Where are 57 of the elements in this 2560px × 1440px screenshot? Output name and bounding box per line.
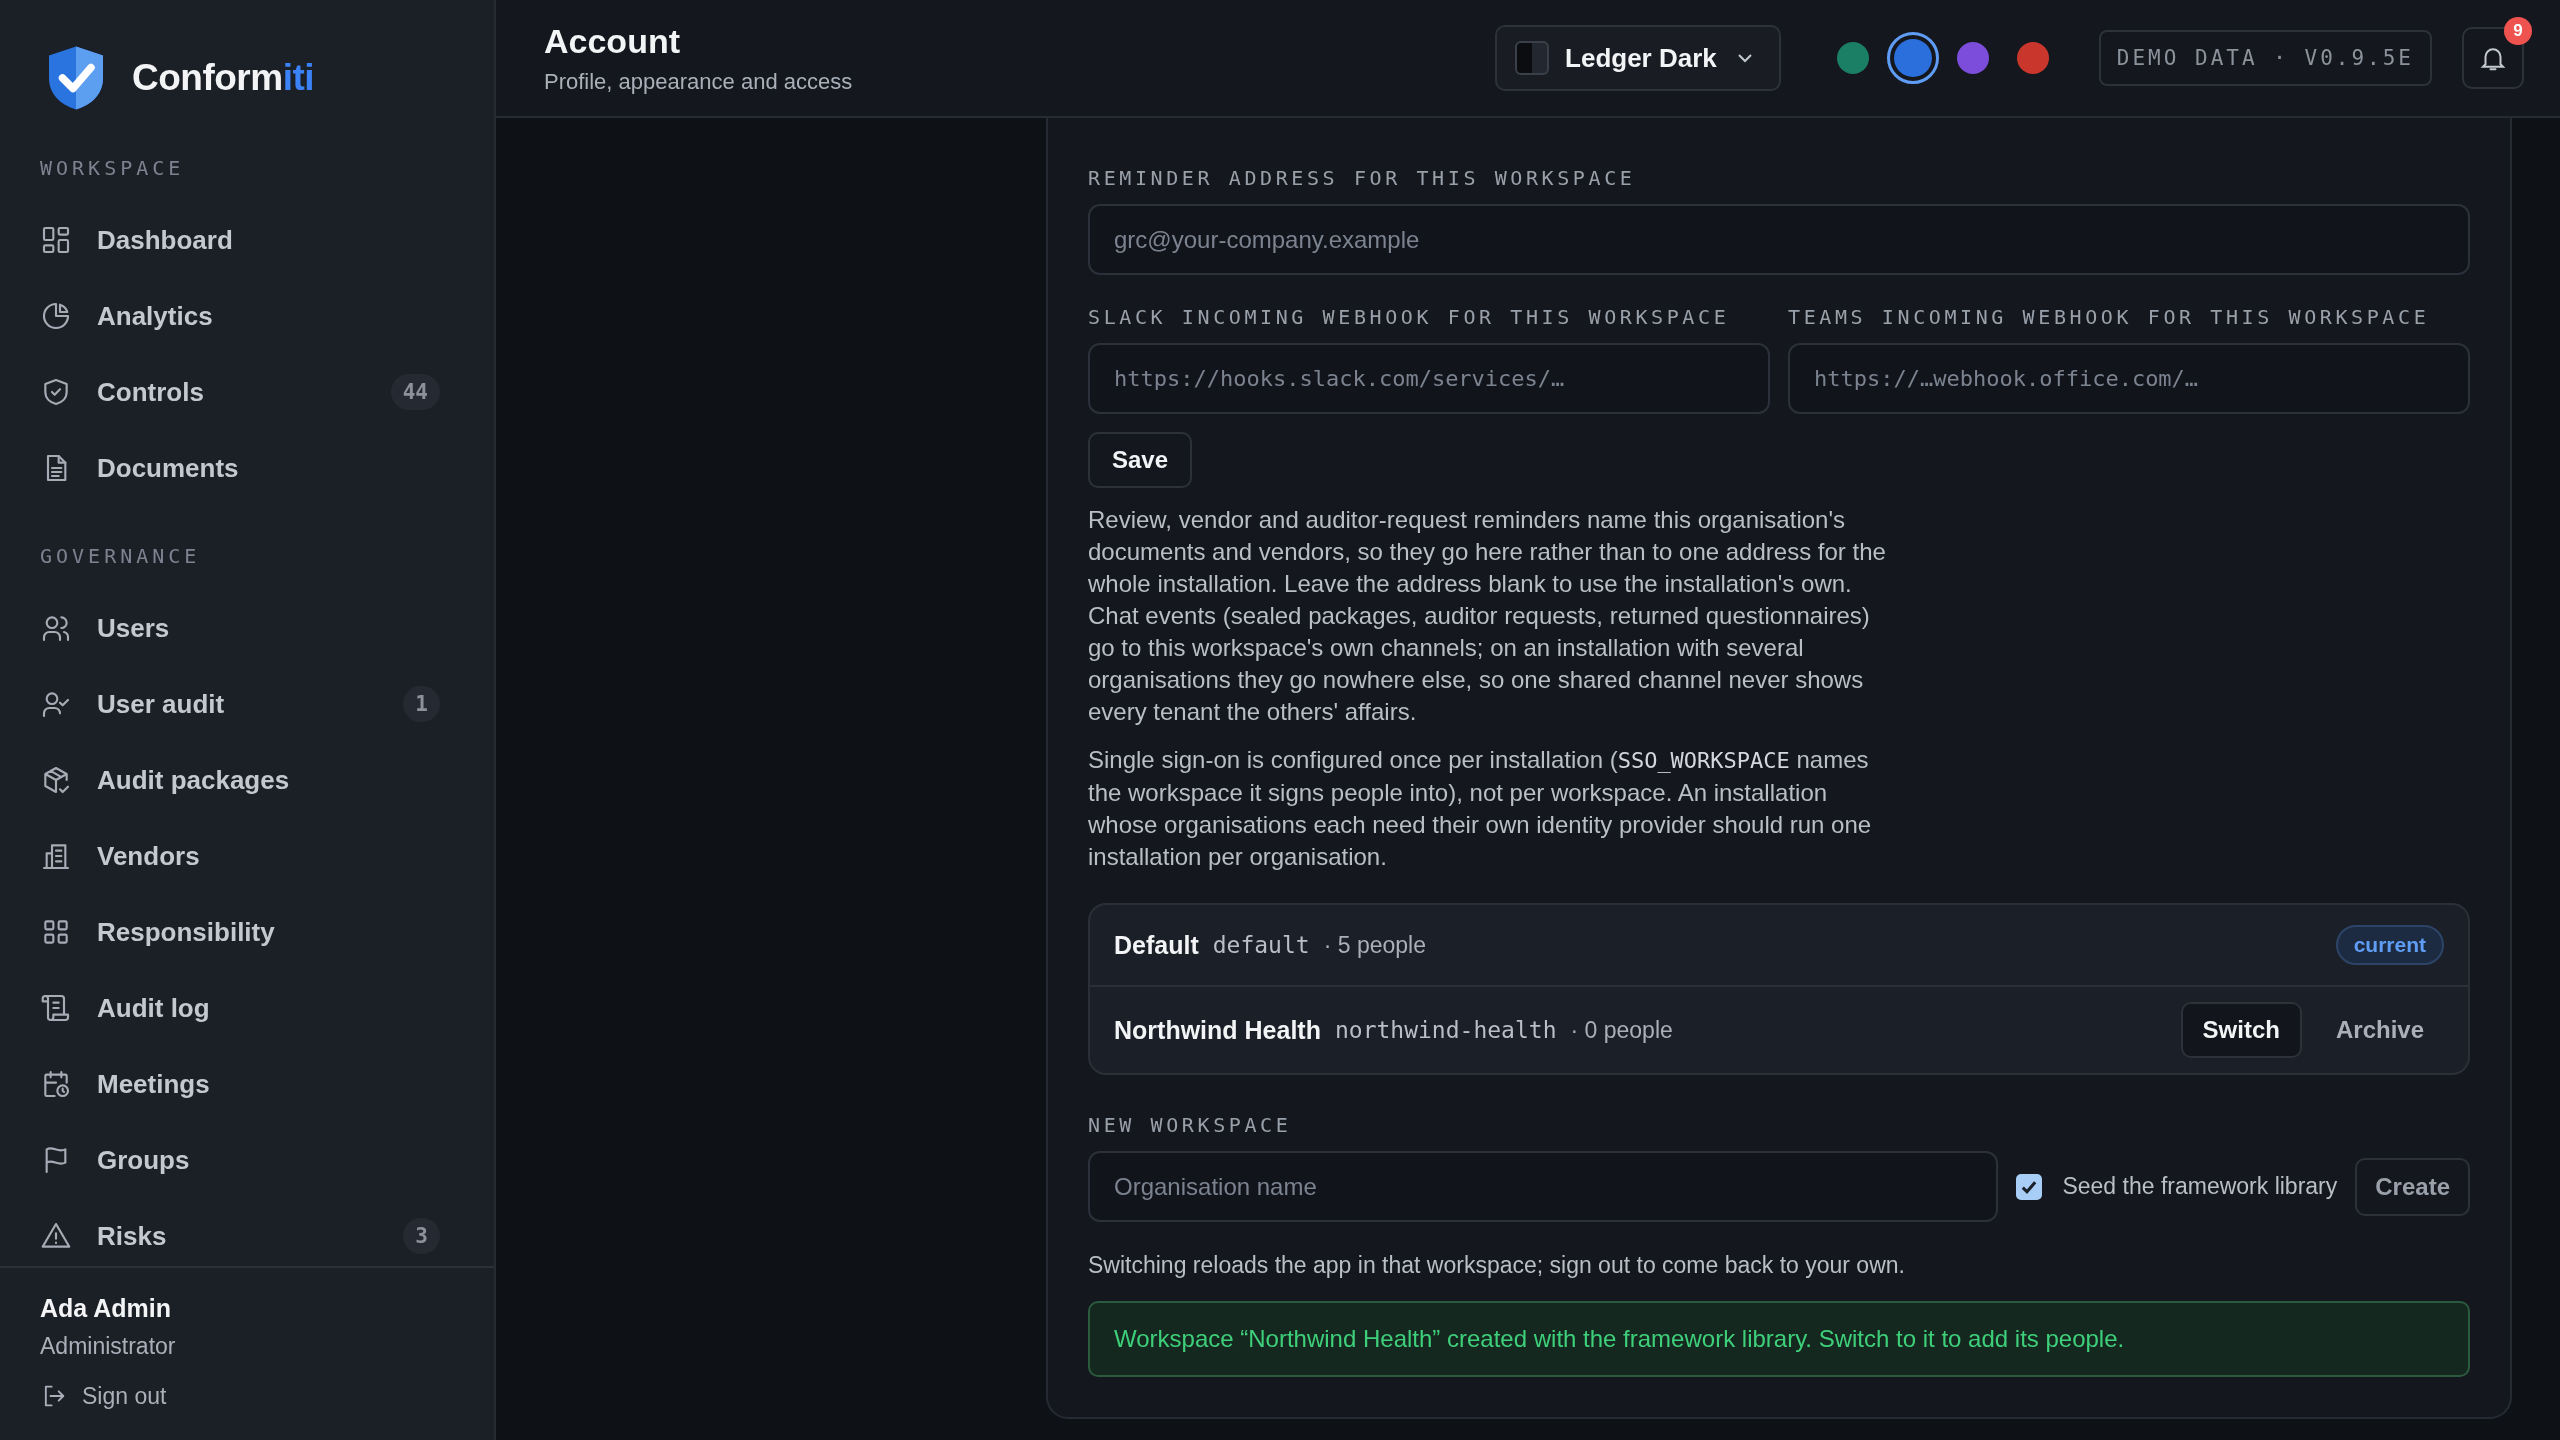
nav-item[interactable]: Audit log [40, 970, 454, 1046]
nav-item[interactable]: Risks 3 [40, 1198, 454, 1266]
grid-icon [40, 224, 72, 256]
archive-button[interactable]: Archive [2315, 1002, 2444, 1058]
nav-item[interactable]: Vendors [40, 818, 454, 894]
workspace-name: Northwind Health [1114, 1015, 1321, 1045]
workspace-slug: default [1212, 932, 1310, 958]
version-badge: DEMO DATA · V0.9.5E [2098, 30, 2432, 86]
workspace-name: Default [1114, 930, 1199, 960]
nav-item[interactable]: Users [40, 590, 454, 666]
nav-item[interactable]: Groups [40, 1122, 454, 1198]
scroll-icon [40, 992, 72, 1024]
nav-item[interactable]: Documents [40, 430, 454, 506]
organisation-name-field[interactable]: Organisation name [1088, 1151, 1999, 1222]
webhook-field[interactable]: https://…webhook.office.com/… [1788, 343, 2470, 414]
field-label: REMINDER ADDRESS FOR THIS WORKSPACE [1088, 166, 1637, 190]
user-name: Ada Admin [40, 1294, 173, 1323]
seed-checkbox[interactable]: Seed the framework library [2016, 1173, 2338, 1200]
nav-item[interactable]: Audit packages [40, 742, 454, 818]
help-paragraph: Review, vendor and auditor-request reminders name this organisation's documents and vendors, so they go here rather than to one address for the whole installation. Leave the address blank to use the installation's own. Chat events (sealed packages, auditor requests, returned questionnaires) go to this workspace's own channels; on an installation with several organisations they go nowhere else, so one shared channel never shows every tenant the others' affairs. [1088, 505, 1887, 727]
workspace-slug: northwind-health [1334, 1017, 1557, 1043]
pie-icon [40, 300, 72, 332]
nav-item[interactable]: Dashboard [40, 202, 454, 278]
accent-color-option[interactable] [1886, 32, 1939, 84]
people-count: · 0 people [1570, 1016, 1673, 1044]
save-button[interactable]: Save [1088, 432, 1193, 488]
field-label: SLACK INCOMING WEBHOOK FOR THIS WORKSPACE [1088, 305, 1731, 329]
theme-dropdown[interactable]: Ledger Dark [1495, 25, 1781, 91]
theme-swatch-icon [1515, 41, 1550, 75]
shield-check-icon [46, 45, 106, 111]
field-label: TEAMS INCOMING WEBHOOK FOR THIS WORKSPACE [1788, 305, 2431, 329]
notification-count: 9 [2504, 17, 2532, 45]
email-field[interactable]: grc@your-company.example [1088, 204, 2470, 275]
count-badge: 3 [403, 1218, 440, 1254]
hint-text: Switching reloads the app in that workspace; sign out to come back to your own. [1088, 1252, 1906, 1279]
count-badge: 1 [403, 686, 440, 722]
page-title: Account [544, 21, 681, 61]
help-paragraph: Single sign-on is configured once per installation (SSO_WORKSPACE names the workspace it signs people into), not per workspace. An installation whose organisations each need their own identity provider should run one installation per organisation. [1088, 745, 1873, 872]
nav-item[interactable]: Controls 44 [40, 354, 454, 430]
sign-out-link[interactable]: Sign out [40, 1382, 454, 1410]
switch-button[interactable]: Switch [2180, 1002, 2302, 1058]
section-heading: GOVERNANCE [40, 543, 202, 570]
nav-item[interactable]: Analytics [40, 278, 454, 354]
current-badge: current [2335, 925, 2444, 965]
section-heading: WORKSPACE [40, 155, 186, 182]
user-role: Administrator [40, 1333, 177, 1360]
people-count: · 5 people [1323, 931, 1426, 959]
field-label: NEW WORKSPACE [1088, 1113, 1293, 1137]
webhook-field[interactable]: https://hooks.slack.com/services/… [1088, 343, 1770, 414]
app-logo-text: Conformiti [132, 57, 315, 99]
success-message: Workspace “Northwind Health” created with the framework library. Switch to it to add its people. [1088, 1301, 2470, 1377]
nav-item[interactable]: User audit 1 [40, 666, 454, 742]
nav-item[interactable]: Meetings [40, 1046, 454, 1122]
nav-item[interactable]: Responsibility [40, 894, 454, 970]
page-subtitle: Profile, appearance and access [544, 68, 853, 95]
create-button[interactable]: Create [2355, 1157, 2470, 1216]
count-badge: 44 [390, 374, 440, 410]
